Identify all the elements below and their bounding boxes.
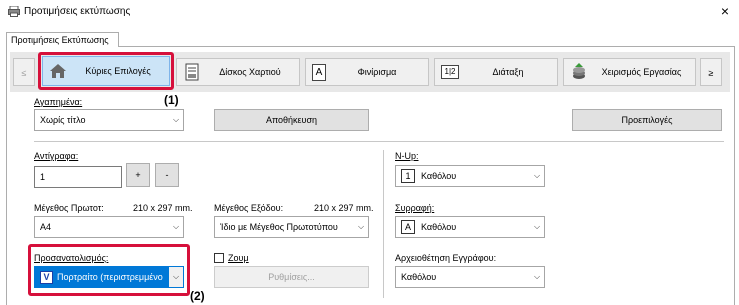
save-button[interactable]: Αποθήκευση [214, 109, 369, 131]
chevron-down-icon: ⌵ [169, 267, 183, 287]
nav-item-main[interactable]: Κύριες Επιλογές [42, 56, 170, 86]
nav-item-paper-tray[interactable]: Δίσκος Χαρτιού [176, 58, 300, 86]
output-size-select[interactable]: Ίδιο με Μέγεθος Πρωτοτύπου ⌵ [214, 216, 369, 238]
title-bar: Προτιμήσεις εκτύπωσης × [0, 0, 739, 24]
favorites-label: Αγαπημένα: [34, 97, 83, 107]
chevron-down-icon: ⌵ [533, 222, 541, 231]
original-size-value: A4 [40, 222, 52, 232]
portrait-rotated-icon: V [40, 270, 53, 284]
original-size-dims: 210 x 297 mm. [133, 203, 193, 213]
nup-value: Καθόλου [421, 171, 457, 181]
collate-label: Συρραφή: [395, 203, 435, 213]
nav-item-label: Διάταξη [492, 67, 524, 77]
zoom-label: Ζουμ [228, 253, 249, 263]
nup-select[interactable]: 1 Καθόλου ⌵ [395, 165, 545, 187]
close-button[interactable]: × [717, 3, 733, 19]
chevron-down-icon: ⌵ [172, 222, 180, 231]
nav-item-label: Δίσκος Χαρτιού [219, 67, 281, 77]
nup-icon: 1 [401, 169, 415, 183]
copies-value: 1 [40, 172, 46, 182]
paper-tray-icon [185, 63, 199, 81]
zoom-checkbox[interactable] [214, 253, 224, 263]
nup-label: N-Up: [395, 151, 419, 161]
nav-prev-button[interactable]: ≤ [13, 58, 35, 86]
nav-item-label: Κύριες Επιλογές [85, 66, 151, 76]
chevron-down-icon: ⌵ [172, 115, 180, 124]
zoom-settings-button[interactable]: Ρυθμίσεις... [214, 266, 369, 288]
chevron-down-icon: ⌵ [533, 171, 541, 180]
document-filing-value: Καθόλου [401, 272, 437, 282]
output-size-value: Ίδιο με Μέγεθος Πρωτοτύπου [220, 222, 338, 232]
chevron-down-icon: ⌵ [357, 222, 365, 231]
collate-icon: A [401, 220, 415, 234]
orientation-label: Προσανατολισμός: [34, 253, 109, 263]
nav-item-label: Φινίρισμα [357, 67, 397, 77]
job-handling-icon [573, 63, 585, 79]
document-filing-select[interactable]: Καθόλου ⌵ [395, 266, 545, 288]
callout-label-1: (1) [164, 93, 179, 107]
divider [34, 141, 724, 142]
chevron-down-icon: ⌵ [533, 272, 541, 281]
printer-icon [8, 6, 20, 17]
finishing-icon: A [312, 63, 326, 81]
favorites-select[interactable]: Χωρίς τίτλο ⌵ [34, 109, 184, 131]
nav-next-button[interactable]: ≥ [700, 58, 722, 86]
document-filing-label: Αρχειοθέτηση Εγγράφου: [395, 253, 497, 263]
collate-value: Καθόλου [421, 222, 457, 232]
nav-item-layout[interactable]: 1|2 Διάταξη [434, 58, 558, 86]
output-size-label: Μέγεθος Εξόδου: [214, 203, 284, 213]
orientation-select[interactable]: V Πορτραίτο (περιστρεμμένο ⌵ [34, 266, 184, 288]
copies-input[interactable]: 1 [34, 166, 122, 188]
copies-label: Αντίγραφα: [34, 151, 79, 161]
divider [383, 150, 384, 298]
copies-plus-button[interactable]: + [126, 163, 150, 187]
nav-item-job-handling[interactable]: Χειρισμός Εργασίας [563, 58, 696, 86]
layout-icon: 1|2 [441, 65, 459, 79]
nav-item-label: Χειρισμός Εργασίας [601, 67, 682, 77]
output-size-dims: 210 x 297 mm. [314, 203, 374, 213]
callout-label-2: (2) [190, 289, 205, 303]
nav-item-finishing[interactable]: A Φινίρισμα [305, 58, 429, 86]
orientation-value: Πορτραίτο (περιστρεμμένο [57, 272, 163, 282]
favorites-value: Χωρίς τίτλο [40, 115, 86, 125]
original-size-label: Μέγεθος Πρωτοτ: [34, 203, 104, 213]
copies-minus-button[interactable]: - [155, 163, 179, 187]
window-title: Προτιμήσεις εκτύπωσης [24, 6, 131, 17]
original-size-select[interactable]: A4 ⌵ [34, 216, 184, 238]
collate-select[interactable]: A Καθόλου ⌵ [395, 216, 545, 238]
tab-printing-preferences[interactable]: Προτιμήσεις Εκτύπωσης [6, 32, 119, 47]
home-icon [50, 64, 66, 78]
defaults-button[interactable]: Προεπιλογές [572, 109, 722, 131]
